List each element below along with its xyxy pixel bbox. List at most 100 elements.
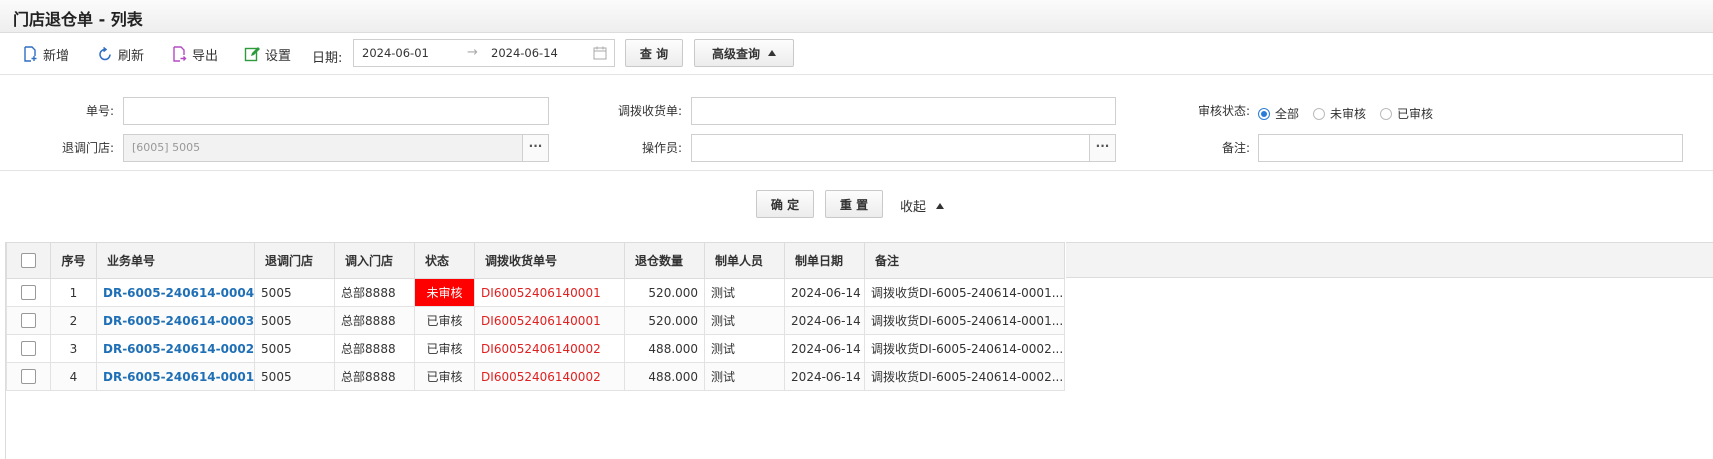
cell-remark: 调拨收货DI-6005-240614-0001... [864,278,1066,307]
data-grid: 序号 业务单号 退调门店 调入门店 状态 调拨收货单号 退仓数量 制单人员 制单… [5,242,1713,459]
audit-option-all[interactable]: 全部 [1258,105,1299,122]
cell-in-store: 总部8888 [334,334,416,363]
col-header-out-store[interactable]: 退调门店 [254,242,336,279]
new-button[interactable]: 新增 [22,43,69,65]
cell-seq: 2 [50,306,97,335]
select-all-checkbox-cell[interactable] [6,242,51,279]
col-header-remark[interactable]: 备注 [864,242,1066,279]
title-bar: 门店退仓单 - 列表 [0,0,1713,33]
confirm-button[interactable]: 确 定 [756,190,814,218]
cell-status: 已审核 [414,362,476,391]
refresh-label: 刷新 [118,48,145,64]
refresh-button[interactable]: 刷新 [97,43,144,65]
audit-option-audited[interactable]: 已审核 [1380,105,1433,122]
row-checkbox-cell[interactable] [6,278,51,307]
row-checkbox-cell[interactable] [6,306,51,335]
row-checkbox-cell[interactable] [6,362,51,391]
reset-button[interactable]: 重 置 [825,190,883,218]
cell-out-store: 5005 [254,278,336,307]
cell-seq: 3 [50,334,97,363]
query-button[interactable]: 查 询 [625,39,683,67]
advanced-query-button[interactable]: 高级查询 [694,39,794,67]
page-title: 门店退仓单 - 列表 [13,10,143,29]
radio-unchecked-icon [1313,107,1326,120]
col-header-status[interactable]: 状态 [414,242,476,279]
advanced-filter-panel: 单号: 调拨收货单: 审核状态: 全部 未审核 已审核 退调门店: [6005]… [0,75,1713,170]
col-header-creator[interactable]: 制单人员 [704,242,786,279]
export-button[interactable]: 导出 [171,43,218,65]
transfer-receipt-label: 调拨收货单: [617,104,682,118]
date-from-input[interactable]: 2024-06-01 [362,46,429,60]
audit-option-unaudited[interactable]: 未审核 [1313,105,1366,122]
audit-status-label: 审核状态: [1197,104,1250,118]
col-header-doc-no[interactable]: 业务单号 [95,242,256,279]
cell-date: 2024-06-14 [784,362,866,391]
cell-date: 2024-06-14 [784,306,866,335]
cell-doc-no-link[interactable]: DR-6005-240614-0004 [95,278,256,307]
table-row[interactable]: 1 DR-6005-240614-0004 5005 总部8888 未审核 DI… [6,278,1066,307]
cell-doc-no-link[interactable]: DR-6005-240614-0003 [95,306,256,335]
audit-option-label: 已审核 [1397,107,1434,121]
return-store-input[interactable]: [6005] 5005 ··· [123,134,549,162]
new-label: 新增 [43,48,70,64]
cell-receipt-no: DI60052406140002 [474,334,626,363]
table-header-row: 序号 业务单号 退调门店 调入门店 状态 调拨收货单号 退仓数量 制单人员 制单… [6,242,1066,279]
cell-creator: 测试 [704,334,786,363]
cell-doc-no-link[interactable]: DR-6005-240614-0002 [95,334,256,363]
checkbox[interactable] [21,253,36,268]
cell-in-store: 总部8888 [334,306,416,335]
cell-status: 已审核 [414,334,476,363]
table-row[interactable]: 3 DR-6005-240614-0002 5005 总部8888 已审核 DI… [6,334,1066,363]
col-header-date[interactable]: 制单日期 [784,242,866,279]
table-row[interactable]: 2 DR-6005-240614-0003 5005 总部8888 已审核 DI… [6,306,1066,335]
remark-label: 备注: [1221,141,1250,155]
refresh-icon [99,46,111,61]
cell-qty: 520.000 [624,306,706,335]
date-range-picker[interactable]: 2024-06-01 → 2024-06-14 [353,39,615,67]
cell-receipt-no: DI60052406140002 [474,362,626,391]
date-to-input[interactable]: 2024-06-14 [491,46,558,60]
doc-no-input[interactable] [123,97,549,125]
cell-qty: 488.000 [624,362,706,391]
cell-out-store: 5005 [254,362,336,391]
transfer-receipt-input[interactable] [691,97,1116,125]
checkbox[interactable] [21,341,36,356]
cell-date: 2024-06-14 [784,334,866,363]
date-label: 日期: [312,51,343,66]
cell-qty: 488.000 [624,334,706,363]
operator-picker-button[interactable]: ··· [1089,135,1115,161]
return-store-picker-button[interactable]: ··· [522,135,548,161]
checkbox[interactable] [21,285,36,300]
radio-checked-icon [1258,107,1270,120]
col-header-seq[interactable]: 序号 [50,242,97,279]
divider [0,170,1713,171]
cell-creator: 测试 [704,306,786,335]
file-plus-icon [24,46,37,62]
cell-doc-no-link[interactable]: DR-6005-240614-0001 [95,362,256,391]
cell-seq: 1 [50,278,97,307]
remark-input[interactable] [1258,134,1683,162]
cell-in-store: 总部8888 [334,278,416,307]
cell-remark: 调拨收货DI-6005-240614-0001... [864,306,1066,335]
export-label: 导出 [192,48,219,64]
col-header-receipt-no[interactable]: 调拨收货单号 [474,242,626,279]
collapse-label: 收起 [900,200,927,215]
operator-input[interactable]: ··· [691,134,1116,162]
col-header-qty[interactable]: 退仓数量 [624,242,706,279]
collapse-toggle[interactable]: 收起 [900,196,945,215]
checkbox[interactable] [21,369,36,384]
doc-no-label: 单号: [85,104,114,118]
checkbox[interactable] [21,313,36,328]
settings-label: 设置 [265,48,292,64]
date-arrow: → [467,45,478,60]
toolbar: 新增 刷新 导出 设置 日期: 2024-06-01 → 2024-06-14 … [0,33,1713,75]
calendar-icon[interactable] [593,46,607,60]
table-row[interactable]: 4 DR-6005-240614-0001 5005 总部8888 已审核 DI… [6,362,1066,391]
return-store-label: 退调门店: [61,141,114,155]
cell-creator: 测试 [704,362,786,391]
row-checkbox-cell[interactable] [6,334,51,363]
audit-option-label: 未审核 [1330,107,1367,121]
col-header-in-store[interactable]: 调入门店 [334,242,416,279]
settings-button[interactable]: 设置 [244,43,291,65]
cell-out-store: 5005 [254,334,336,363]
